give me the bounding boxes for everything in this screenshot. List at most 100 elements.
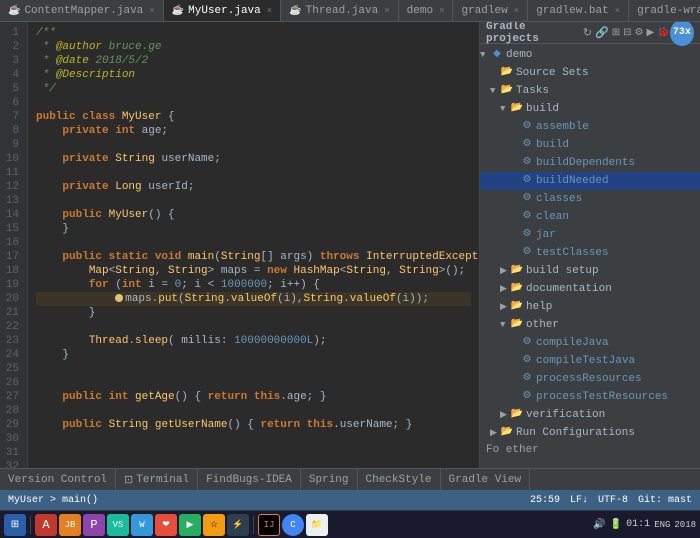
taskbar-files[interactable]: 📁: [306, 514, 328, 536]
tab-terminal[interactable]: ⊡ Terminal: [116, 469, 198, 491]
tab-close-icon[interactable]: ×: [267, 6, 272, 16]
taskbar-app-2[interactable]: JB: [59, 514, 81, 536]
tree-item-assemble[interactable]: ⚙ assemble: [480, 118, 700, 136]
tree-item-label: clean: [536, 209, 569, 225]
network-icon: 🔊: [593, 519, 605, 531]
code-line: }: [36, 348, 471, 362]
tab-spring[interactable]: Spring: [301, 469, 358, 491]
code-area: 12345 678910 1112131415 1617181920 21222…: [0, 22, 479, 468]
avatar: 73x: [670, 22, 694, 46]
tab-gradle-view[interactable]: Gradle View: [441, 469, 531, 491]
taskbar-app-1[interactable]: A: [35, 514, 57, 536]
code-line: Thread.sleep( millis: 10000000000L);: [36, 334, 471, 348]
gradle-tree[interactable]: ▼ ◆ demo 📂 Source Sets ▼ 📂 Tasks: [480, 44, 700, 468]
tree-item-label: processTestResources: [536, 389, 668, 405]
taskbar-chrome[interactable]: C: [282, 514, 304, 536]
tab-findbugs[interactable]: FindBugs-IDEA: [198, 469, 301, 491]
tab-close-icon[interactable]: ×: [384, 6, 389, 16]
taskbar-app-9[interactable]: ⚡: [227, 514, 249, 536]
arrow-icon: ▶: [500, 407, 510, 423]
tab-close-icon[interactable]: ×: [514, 6, 519, 16]
tree-item-buildneeded[interactable]: ⚙ buildNeeded: [480, 172, 700, 190]
tree-item-documentation[interactable]: ▶ 📂 documentation: [480, 280, 700, 298]
folder-icon: 📂: [510, 281, 524, 297]
arrow-icon: ▶: [490, 425, 500, 441]
tree-item-sourcesets[interactable]: 📂 Source Sets: [480, 64, 700, 82]
tab-version-control[interactable]: Version Control: [0, 469, 116, 491]
tree-item-classes[interactable]: ⚙ classes: [480, 190, 700, 208]
code-line: }: [36, 222, 471, 236]
taskbar-intellij[interactable]: IJ: [258, 514, 280, 536]
taskbar-app-4[interactable]: VS: [107, 514, 129, 536]
tab-gradlew-bat[interactable]: gradlew.bat ×: [528, 0, 629, 22]
tab-bar: ☕ ContentMapper.java × ☕ MyUser.java × ☕…: [0, 0, 700, 22]
tab-thread[interactable]: ☕ Thread.java ×: [281, 0, 398, 22]
tree-item-builddependents[interactable]: ⚙ buildDependents: [480, 154, 700, 172]
task-icon: ⚙: [520, 209, 534, 225]
arrow-icon: ▼: [480, 47, 490, 63]
tree-item-tasks[interactable]: ▼ 📂 Tasks: [480, 82, 700, 100]
tree-item-label: testClasses: [536, 245, 609, 261]
tree-item-label: buildNeeded: [536, 173, 609, 189]
tab-close-icon[interactable]: ×: [615, 6, 620, 16]
tab-contentmapper[interactable]: ☕ ContentMapper.java ×: [0, 0, 164, 22]
tab-demo[interactable]: demo ×: [399, 0, 454, 22]
taskbar-app-6[interactable]: ❤: [155, 514, 177, 536]
tree-item-compiletestjava[interactable]: ⚙ compileTestJava: [480, 352, 700, 370]
debug-icon[interactable]: 🐞: [657, 27, 669, 39]
taskbar-app-7[interactable]: ▶: [179, 514, 201, 536]
tree-item-testclasses[interactable]: ⚙ testClasses: [480, 244, 700, 262]
tab-checkstyle[interactable]: CheckStyle: [358, 469, 441, 491]
tree-item-compilejava[interactable]: ⚙ compileJava: [480, 334, 700, 352]
tab-gradle-props[interactable]: gradle-wrapper.properties ×: [629, 0, 700, 22]
tab-myuser[interactable]: ☕ MyUser.java ×: [164, 0, 281, 22]
taskbar-app-5[interactable]: W: [131, 514, 153, 536]
tree-item-help[interactable]: ▶ 📂 help: [480, 298, 700, 316]
code-line: [36, 376, 471, 390]
task-icon: ⚙: [520, 191, 534, 207]
code-line: * @Description: [36, 68, 471, 82]
arrow-icon: ▶: [500, 299, 510, 315]
tree-item-build[interactable]: ▼ 📂 build: [480, 100, 700, 118]
tree-item-build-task[interactable]: ⚙ build: [480, 136, 700, 154]
tree-item-clean[interactable]: ⚙ clean: [480, 208, 700, 226]
code-content[interactable]: /** * @author bruce.ge * @date 2018/5/2 …: [28, 22, 479, 468]
tree-item-demo[interactable]: ▼ ◆ demo: [480, 46, 700, 64]
tab-close-icon[interactable]: ×: [439, 6, 444, 16]
tab-gradlew[interactable]: gradlew ×: [453, 0, 528, 22]
tab-close-icon[interactable]: ×: [149, 6, 154, 16]
tree-item-processtestresources[interactable]: ⚙ processTestResources: [480, 388, 700, 406]
taskbar-app-8[interactable]: ☆: [203, 514, 225, 536]
tab-label: gradle-wrapper.properties: [637, 5, 700, 17]
tab-label: demo: [407, 5, 433, 17]
expand-icon[interactable]: ⊞: [612, 27, 620, 39]
tree-item-buildsetup[interactable]: ▶ 📂 build setup: [480, 262, 700, 280]
code-line: /**: [36, 26, 471, 40]
tree-item-processresources[interactable]: ⚙ processResources: [480, 370, 700, 388]
tree-item-verification[interactable]: ▶ 📂 verification: [480, 406, 700, 424]
breadcrumb: MyUser > main(): [8, 495, 98, 506]
code-line: */: [36, 82, 471, 96]
taskbar-app-3[interactable]: P: [83, 514, 105, 536]
refresh-icon[interactable]: ↻: [583, 26, 592, 40]
task-icon: ⚙: [520, 245, 534, 261]
taskbar-start[interactable]: ⊞: [4, 514, 26, 536]
run-icon[interactable]: ▶: [646, 27, 654, 39]
eng-label: ENG: [654, 520, 670, 530]
code-line: [36, 320, 471, 334]
tree-item-label: other: [526, 317, 559, 333]
tree-item-other[interactable]: ▼ 📂 other: [480, 316, 700, 334]
tree-item-runconfigs[interactable]: ▶ 📂 Run Configurations: [480, 424, 700, 442]
collapse-icon[interactable]: ⊟: [623, 27, 631, 39]
main-layout: 12345 678910 1112131415 1617181920 21222…: [0, 22, 700, 468]
volume-icon: 🔋: [610, 519, 622, 531]
separator: [253, 516, 254, 534]
code-line: }: [36, 306, 471, 320]
link-icon[interactable]: 🔗: [595, 26, 609, 40]
task-icon: ⚙: [520, 353, 534, 369]
tree-item-label: Tasks: [516, 83, 549, 99]
tree-item-jar[interactable]: ⚙ jar: [480, 226, 700, 244]
settings-icon[interactable]: ⚙: [635, 27, 644, 39]
line-numbers: 12345 678910 1112131415 1617181920 21222…: [0, 22, 28, 468]
time-display: 01:1: [626, 519, 650, 530]
